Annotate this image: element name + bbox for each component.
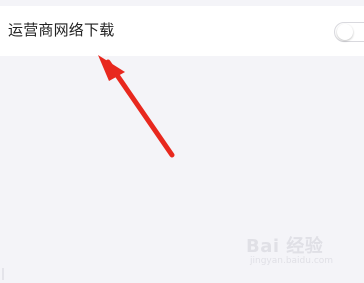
- setting-row-carrier-download[interactable]: 运营商网络下载: [0, 6, 364, 56]
- carrier-download-toggle[interactable]: [334, 22, 364, 42]
- toggle-knob: [337, 24, 353, 40]
- watermark-url: jingyan.baidu.com: [250, 256, 334, 266]
- watermark-brand: Bai 经验: [246, 236, 324, 257]
- edge-mark: [2, 268, 4, 280]
- watermark: Bai 经验 jingyan.baidu.com: [246, 228, 356, 276]
- setting-label: 运营商网络下载: [8, 21, 115, 39]
